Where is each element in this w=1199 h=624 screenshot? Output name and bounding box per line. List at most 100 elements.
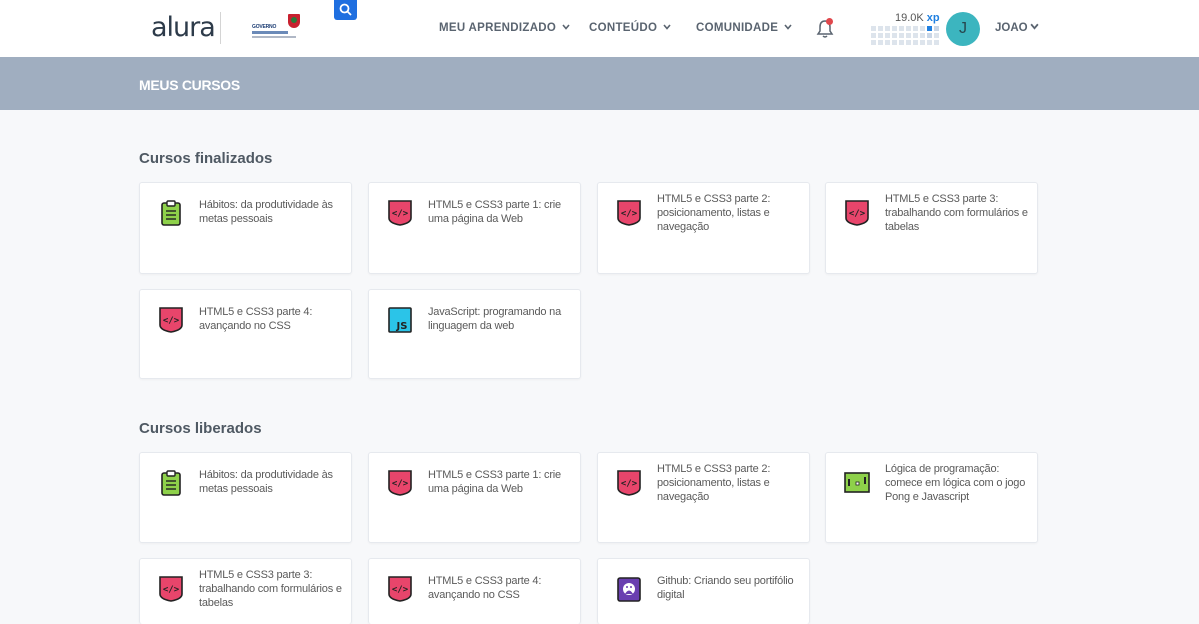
xp-grid-cell <box>906 26 911 31</box>
course-card[interactable]: Lógica de programação: comece em lógica … <box>825 452 1038 543</box>
xp-grid-cell <box>906 40 911 45</box>
government-logo-wordmark: GOVERNO <box>252 24 277 30</box>
xp-grid-cell <box>906 33 911 38</box>
xp-grid-cell <box>934 33 939 38</box>
svg-text:</>: </> <box>621 479 638 489</box>
xp-grid-cell <box>892 40 897 45</box>
page-title: MEUS CURSOS <box>139 77 240 93</box>
xp-grid-cell <box>892 26 897 31</box>
xp-unit: xp <box>926 12 940 24</box>
nav-conteudo[interactable]: CONTEÚDO <box>589 22 671 34</box>
course-card[interactable]: </> HTML5 e CSS3 parte 3: trabalhando co… <box>139 558 352 624</box>
course-title: HTML5 e CSS3 parte 3: trabalhando com fo… <box>885 193 1028 233</box>
svg-text:JS: JS <box>396 321 408 332</box>
xp-grid-cell <box>871 33 876 38</box>
course-card[interactable]: </> HTML5 e CSS3 parte 4: avançando no C… <box>139 289 352 379</box>
course-card[interactable]: </> HTML5 e CSS3 parte 2: posicionamento… <box>597 452 810 543</box>
xp-grid-cell <box>871 26 876 31</box>
course-title: Github: Criando seu portifólio digital <box>657 575 794 601</box>
clipboard-icon <box>158 199 184 227</box>
chevron-down-icon <box>784 24 792 30</box>
xp-grid-cell <box>899 33 904 38</box>
user-menu[interactable]: JOAO <box>995 22 1028 34</box>
nav-meu-aprendizado[interactable]: MEU APRENDIZADO <box>439 22 570 34</box>
xp-grid-cell <box>878 40 883 45</box>
html-code-icon: </> <box>844 199 870 227</box>
xp-grid-cell <box>927 26 932 31</box>
course-title: HTML5 e CSS3 parte 1: crie uma página da… <box>428 469 561 495</box>
js-icon: JS <box>387 306 413 334</box>
xp-grid-cell <box>913 40 918 45</box>
nav-comunidade[interactable]: COMUNIDADE <box>696 22 792 34</box>
nav-label: MEU APRENDIZADO <box>439 22 557 34</box>
government-partner-logo: GOVERNO <box>252 12 302 42</box>
chevron-down-icon[interactable] <box>1030 22 1039 31</box>
course-title: HTML5 e CSS3 parte 2: posicionamento, li… <box>657 193 771 233</box>
course-title: Hábitos: da produtividade às metas pesso… <box>199 469 333 495</box>
xp-grid-cell <box>899 40 904 45</box>
xp-grid-cell <box>899 26 904 31</box>
notification-dot <box>826 18 833 25</box>
course-title: JavaScript: programando na linguagem da … <box>428 306 561 332</box>
course-card[interactable]: </> HTML5 e CSS3 parte 4: avançando no C… <box>368 558 581 624</box>
html-code-icon: </> <box>616 469 642 497</box>
svg-text:</>: </> <box>163 585 180 595</box>
course-card[interactable]: </> HTML5 e CSS3 parte 3: trabalhando co… <box>825 182 1038 274</box>
alura-logo[interactable]: alura <box>151 12 216 43</box>
xp-grid-cell <box>927 33 932 38</box>
html-code-icon: </> <box>387 575 413 603</box>
xp-grid-cell <box>885 26 890 31</box>
government-crest-icon <box>288 14 300 28</box>
course-card[interactable]: </> HTML5 e CSS3 parte 1: crie uma págin… <box>368 452 581 543</box>
search-button[interactable] <box>334 0 357 20</box>
svg-text:</>: </> <box>163 316 180 326</box>
avatar[interactable]: J <box>946 12 980 46</box>
clipboard-icon <box>158 469 184 497</box>
xp-activity-grid <box>871 26 941 46</box>
html-code-icon: </> <box>387 469 413 497</box>
course-title: HTML5 e CSS3 parte 4: avançando no CSS <box>199 306 313 332</box>
svg-text:</>: </> <box>392 585 409 595</box>
course-title: Hábitos: da produtividade às metas pesso… <box>199 199 333 225</box>
xp-grid-cell <box>920 33 925 38</box>
course-title: HTML5 e CSS3 parte 3: trabalhando com fo… <box>199 569 342 609</box>
course-title: Lógica de programação: comece em lógica … <box>885 463 1026 503</box>
html-code-icon: </> <box>158 306 184 334</box>
xp-grid-cell <box>934 26 939 31</box>
course-card[interactable]: Github: Criando seu portifólio digital <box>597 558 810 624</box>
course-title: HTML5 e CSS3 parte 4: avançando no CSS <box>428 575 542 601</box>
xp-grid-cell <box>885 33 890 38</box>
course-card[interactable]: </> HTML5 e CSS3 parte 1: crie uma págin… <box>368 182 581 274</box>
course-title: HTML5 e CSS3 parte 1: crie uma página da… <box>428 199 561 225</box>
course-title: HTML5 e CSS3 parte 2: posicionamento, li… <box>657 463 771 503</box>
section-title-finalizados: Cursos finalizados <box>139 150 273 167</box>
course-card[interactable]: </> HTML5 e CSS3 parte 2: posicionamento… <box>597 182 810 274</box>
xp-grid-cell <box>913 26 918 31</box>
xp-grid-cell <box>885 40 890 45</box>
nav-label: CONTEÚDO <box>589 22 658 34</box>
logo-divider <box>220 12 221 44</box>
xp-grid-cell <box>878 33 883 38</box>
github-icon <box>616 575 642 603</box>
pong-game-icon <box>844 469 870 497</box>
svg-text:</>: </> <box>392 479 409 489</box>
chevron-down-icon <box>663 24 671 30</box>
section-title-liberados: Cursos liberados <box>139 420 262 437</box>
html-code-icon: </> <box>616 199 642 227</box>
html-code-icon: </> <box>158 575 184 603</box>
svg-text:</>: </> <box>392 209 409 219</box>
xp-grid-cell <box>927 40 932 45</box>
course-card[interactable]: Hábitos: da produtividade às metas pesso… <box>139 452 352 543</box>
xp-counter[interactable]: 19.0K xp <box>895 12 940 24</box>
html-code-icon: </> <box>387 199 413 227</box>
course-card[interactable]: Hábitos: da produtividade às metas pesso… <box>139 182 352 274</box>
xp-grid-cell <box>878 26 883 31</box>
xp-grid-cell <box>913 33 918 38</box>
xp-grid-cell <box>892 33 897 38</box>
course-card[interactable]: JS JavaScript: programando na linguagem … <box>368 289 581 379</box>
xp-grid-cell <box>920 40 925 45</box>
xp-grid-cell <box>871 40 876 45</box>
xp-grid-cell <box>920 26 925 31</box>
chevron-down-icon <box>562 24 570 30</box>
page-banner: MEUS CURSOS <box>0 57 1199 110</box>
